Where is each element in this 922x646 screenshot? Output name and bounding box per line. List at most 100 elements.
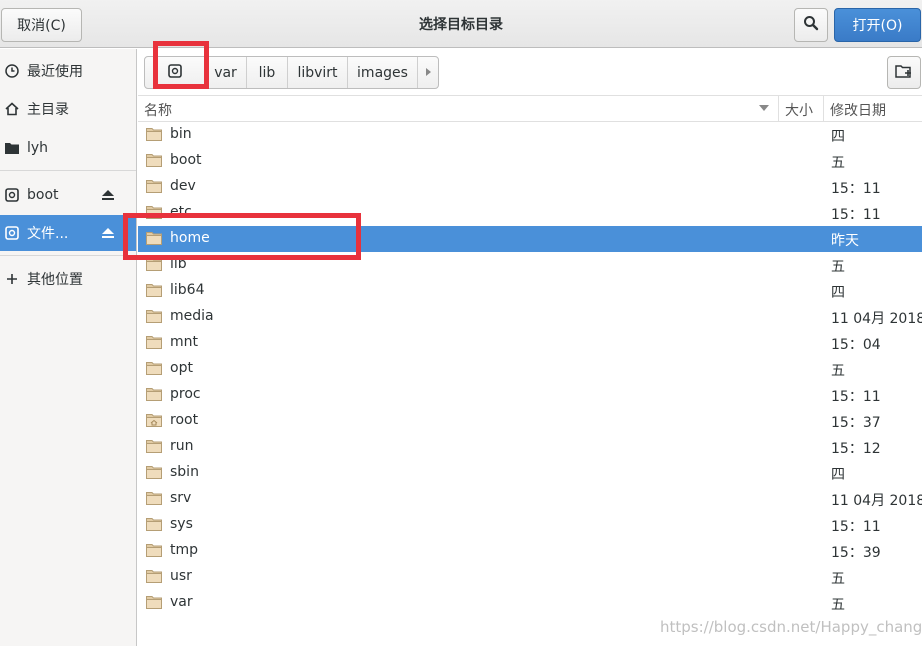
column-header-modified[interactable]: 修改日期 <box>830 100 886 120</box>
folder-icon <box>146 387 162 401</box>
file-list: bin 四 boot 五 dev 15：11 etc 15：11 home 昨天 lib 五 lib64… <box>138 122 922 646</box>
header-bar: 取消(C) 选择目标目录 打开(O) <box>0 0 922 48</box>
cancel-button[interactable]: 取消(C) <box>1 8 82 42</box>
file-row[interactable]: media 11 04月 2018 <box>138 304 922 330</box>
clock-icon <box>4 63 20 79</box>
path-crumb-var[interactable]: var <box>205 57 247 88</box>
folder-icon <box>146 335 162 349</box>
sidebar-item-recent[interactable]: 最近使用 <box>0 53 136 89</box>
sidebar-item-label: 其他位置 <box>27 272 83 288</box>
file-row[interactable]: boot 五 <box>138 148 922 174</box>
search-button[interactable] <box>794 8 828 42</box>
folder-icon <box>146 127 162 141</box>
sidebar-item-lyh[interactable]: lyh <box>0 130 136 166</box>
file-name: usr <box>170 568 192 584</box>
file-name: run <box>170 438 194 454</box>
open-label: 打开(O) <box>852 18 903 34</box>
file-name: tmp <box>170 542 199 558</box>
file-name: lib64 <box>170 282 205 298</box>
file-name: media <box>170 308 214 324</box>
column-divider <box>778 96 779 122</box>
dialog-title: 选择目标目录 <box>419 17 503 33</box>
folder-icon <box>146 491 162 505</box>
file-modified: 五 <box>831 363 845 379</box>
file-name: dev <box>170 178 196 194</box>
file-modified: 五 <box>831 597 845 613</box>
sidebar-item-label: lyh <box>27 140 49 156</box>
path-crumb-label: lib <box>258 64 276 81</box>
file-row[interactable]: srv 11 04月 2018 <box>138 486 922 512</box>
file-row[interactable]: mnt 15：04 <box>138 330 922 356</box>
sidebar-item-home[interactable]: 主目录 <box>0 91 136 127</box>
file-row[interactable]: run 15：12 <box>138 434 922 460</box>
column-header-name[interactable]: 名称 <box>144 100 172 120</box>
path-crumb-images[interactable]: images <box>348 57 418 88</box>
file-modified: 11 04月 2018 <box>831 311 922 327</box>
file-name: bin <box>170 126 192 142</box>
dialog-title-wrap: 选择目标目录 <box>0 0 922 48</box>
file-row[interactable]: var 五 <box>138 590 922 616</box>
sidebar-item-label: boot <box>27 187 59 203</box>
file-row[interactable]: sbin 四 <box>138 460 922 486</box>
file-list-header: 名称 大小 修改日期 <box>138 95 922 122</box>
file-name: proc <box>170 386 201 402</box>
file-row[interactable]: bin 四 <box>138 122 922 148</box>
file-name: sys <box>170 516 193 532</box>
file-modified: 五 <box>831 571 845 587</box>
folder-icon <box>146 569 162 583</box>
file-name: boot <box>170 152 202 168</box>
file-row[interactable]: dev 15：11 <box>138 174 922 200</box>
file-modified: 15：04 <box>831 337 881 353</box>
file-row[interactable]: root 15：37 <box>138 408 922 434</box>
sidebar-item-filesystem[interactable]: 文件... <box>0 215 136 251</box>
watermark: https://blog.csdn.net/Happy_change <box>660 618 922 636</box>
file-modified: 15：37 <box>831 415 881 431</box>
file-name: var <box>170 594 193 610</box>
file-modified: 五 <box>831 259 845 275</box>
path-crumb-label: libvirt <box>297 64 338 81</box>
sidebar-item-label: 最近使用 <box>27 64 83 80</box>
folder-icon <box>146 361 162 375</box>
folder-icon <box>146 309 162 323</box>
file-name: srv <box>170 490 192 506</box>
sidebar-separator <box>0 255 136 256</box>
annotation-box-home <box>123 213 361 260</box>
path-crumb-label: images <box>357 64 408 81</box>
file-name: sbin <box>170 464 199 480</box>
file-modified: 四 <box>831 285 845 301</box>
sidebar-item-label: 文件... <box>27 226 69 242</box>
path-crumb-lib[interactable]: lib <box>247 57 288 88</box>
file-modified: 15：11 <box>831 389 881 405</box>
file-modified: 昨天 <box>831 233 859 249</box>
folder-icon <box>4 140 20 156</box>
path-scroll-right-button[interactable] <box>418 57 438 88</box>
sidebar-item-boot[interactable]: boot <box>0 177 136 213</box>
path-crumb-label: var <box>214 64 237 81</box>
file-name: mnt <box>170 334 198 350</box>
file-row[interactable]: tmp 15：39 <box>138 538 922 564</box>
file-modified: 15：11 <box>831 207 881 223</box>
eject-icon[interactable] <box>100 225 116 241</box>
sidebar-separator <box>0 170 136 171</box>
file-modified: 15：11 <box>831 181 881 197</box>
column-header-size[interactable]: 大小 <box>785 100 813 120</box>
file-row[interactable]: lib64 四 <box>138 278 922 304</box>
folder-icon <box>146 179 162 193</box>
eject-icon[interactable] <box>100 187 116 203</box>
search-icon <box>803 15 819 35</box>
file-row[interactable]: usr 五 <box>138 564 922 590</box>
path-crumb-libvirt[interactable]: libvirt <box>288 57 348 88</box>
file-row[interactable]: sys 15：11 <box>138 512 922 538</box>
file-modified: 15：39 <box>831 545 881 561</box>
drive-icon <box>4 225 20 241</box>
new-folder-button[interactable] <box>887 56 921 89</box>
open-button[interactable]: 打开(O) <box>834 8 921 42</box>
chevron-right-icon <box>424 65 432 81</box>
sidebar-item-other-locations[interactable]: 其他位置 <box>0 261 136 297</box>
cancel-label: 取消(C) <box>17 18 66 34</box>
folder-icon <box>146 413 162 427</box>
file-row[interactable]: proc 15：11 <box>138 382 922 408</box>
file-row[interactable]: opt 五 <box>138 356 922 382</box>
folder-icon <box>146 439 162 453</box>
plus-icon <box>4 271 20 287</box>
